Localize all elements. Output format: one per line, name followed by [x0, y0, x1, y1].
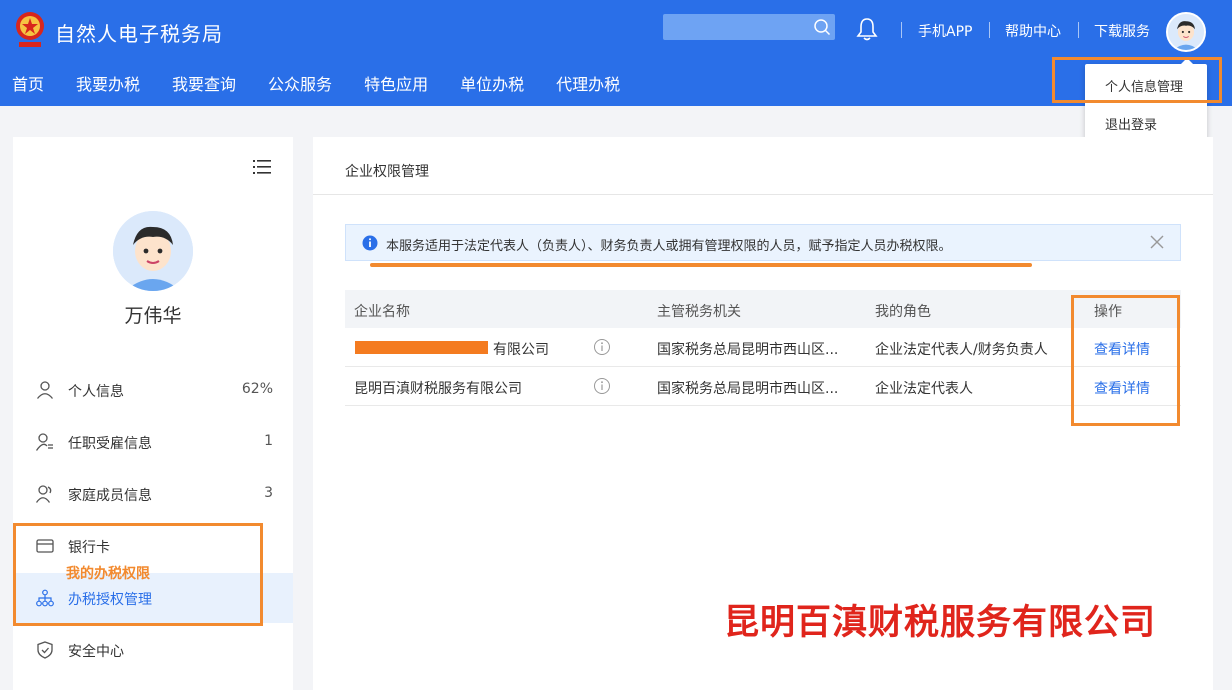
- avatar-face-icon: [113, 211, 193, 291]
- profile-avatar: [113, 211, 193, 291]
- header-divider: [901, 22, 902, 38]
- sidebar-item-label: 银行卡: [68, 540, 110, 556]
- table-header: 企业名称 主管税务机关 我的角色 操作: [345, 290, 1181, 328]
- nav-public-service[interactable]: 公众服务: [268, 72, 332, 98]
- title-divider: [313, 194, 1213, 195]
- annotation-my-tax-rights: 我的办税权限: [66, 566, 150, 582]
- company-name: 昆明百滇财税服务有限公司: [354, 381, 522, 397]
- sidebar-item-employment[interactable]: 任职受雇信息 1: [13, 417, 293, 467]
- table-row: 昆明百滇财税服务有限公司 国家税务总局昆明市西山区... 企业法定代表人 查看详…: [345, 367, 1181, 406]
- notice-text: 本服务适用于法定代表人（负责人）、财务负责人或拥有管理权限的人员，赋予指定人员办…: [386, 239, 952, 254]
- sidebar-item-tax-authorization[interactable]: 办税授权管理: [13, 573, 293, 623]
- user-dropdown-menu: 个人信息管理 退出登录: [1085, 58, 1207, 141]
- view-details-link[interactable]: 查看详情: [1094, 339, 1150, 359]
- search-icon[interactable]: [813, 18, 831, 36]
- info-outline-icon[interactable]: [593, 338, 611, 356]
- search-input[interactable]: [663, 14, 835, 40]
- my-role: 企业法定代表人/财务负责人: [875, 342, 1048, 358]
- family-icon: [36, 485, 52, 503]
- column-header-role: 我的角色: [875, 304, 931, 320]
- redaction-bar: [355, 341, 488, 354]
- my-role: 企业法定代表人: [875, 381, 973, 397]
- item-count: 1: [264, 433, 273, 449]
- header-divider: [1078, 22, 1079, 38]
- user-name: 万伟华: [124, 305, 182, 327]
- download-service-link[interactable]: 下载服务: [1094, 21, 1150, 41]
- tax-authority: 国家税务总局昆明市西山区...: [657, 381, 839, 397]
- header-divider: [989, 22, 990, 38]
- nav-tax-handling[interactable]: 我要办税: [76, 72, 140, 98]
- column-header-company: 企业名称: [354, 304, 410, 320]
- sidebar-item-personal-info[interactable]: 个人信息 62%: [13, 365, 293, 415]
- user-list-icon: [36, 433, 53, 451]
- nav-home[interactable]: 首页: [12, 72, 44, 98]
- avatar-face-icon: [1168, 14, 1204, 50]
- menu-item-logout[interactable]: 退出登录: [1105, 114, 1157, 133]
- column-header-authority: 主管税务机关: [657, 304, 741, 320]
- sidebar-item-label: 个人信息: [68, 384, 124, 400]
- sidebar-item-label: 办税授权管理: [68, 592, 152, 608]
- sidebar-item-bank-card[interactable]: 银行卡: [13, 521, 293, 571]
- bell-icon[interactable]: [856, 17, 878, 41]
- enterprise-table: 企业名称 主管税务机关 我的角色 操作 有限公司 国家税务总局昆明市西山区...…: [345, 290, 1181, 406]
- user-avatar[interactable]: [1166, 12, 1206, 52]
- item-count: 3: [264, 485, 273, 501]
- sidebar-item-label: 安全中心: [68, 644, 124, 660]
- completion-percent: 62%: [241, 381, 273, 397]
- top-header: 自然人电子税务局 手机APP 帮助中心 下载服务 首页 我要办税 我要查询 公众…: [0, 0, 1232, 106]
- menu-toggle-icon[interactable]: [253, 159, 271, 175]
- sidebar-item-security-center[interactable]: 安全中心: [13, 625, 293, 675]
- org-tree-icon: [36, 589, 54, 607]
- tax-authority: 国家税务总局昆明市西山区...: [657, 342, 839, 358]
- close-icon[interactable]: [1150, 235, 1164, 249]
- menu-item-personal-info[interactable]: 个人信息管理: [1105, 76, 1183, 95]
- nav-featured-apps[interactable]: 特色应用: [364, 72, 428, 98]
- main-nav: 首页 我要办税 我要查询 公众服务 特色应用 单位办税 代理办税: [0, 72, 652, 98]
- notice-banner: 本服务适用于法定代表人（负责人）、财务负责人或拥有管理权限的人员，赋予指定人员办…: [345, 224, 1181, 261]
- nav-unit-tax[interactable]: 单位办税: [460, 72, 524, 98]
- info-icon: [362, 235, 378, 251]
- user-icon: [36, 381, 54, 399]
- tax-emblem-logo: [16, 12, 44, 47]
- page-title: 企业权限管理: [345, 164, 429, 180]
- help-center-link[interactable]: 帮助中心: [1005, 21, 1061, 41]
- notice-underline-annotation: [370, 263, 1032, 267]
- bank-card-icon: [36, 539, 54, 553]
- annotation-company-caption: 昆明百滇财税服务有限公司: [724, 603, 1157, 643]
- info-outline-icon[interactable]: [593, 377, 611, 395]
- view-details-link[interactable]: 查看详情: [1094, 378, 1150, 398]
- mobile-app-link[interactable]: 手机APP: [918, 21, 972, 41]
- shield-icon: [37, 641, 53, 659]
- sidebar-item-label: 家庭成员信息: [68, 488, 152, 504]
- app-title: 自然人电子税务局: [55, 22, 223, 46]
- sidebar: 万伟华 个人信息 62% 任职受雇信息 1 家庭成员信息 3 银行卡 办税授权管…: [13, 137, 293, 690]
- sidebar-item-label: 任职受雇信息: [68, 436, 152, 452]
- nav-agent-tax[interactable]: 代理办税: [556, 72, 620, 98]
- nav-query[interactable]: 我要查询: [172, 72, 236, 98]
- company-name: 有限公司: [493, 342, 549, 358]
- column-header-action: 操作: [1094, 304, 1122, 320]
- table-row: 有限公司 国家税务总局昆明市西山区... 企业法定代表人/财务负责人 查看详情: [345, 328, 1181, 367]
- sidebar-item-family[interactable]: 家庭成员信息 3: [13, 469, 293, 519]
